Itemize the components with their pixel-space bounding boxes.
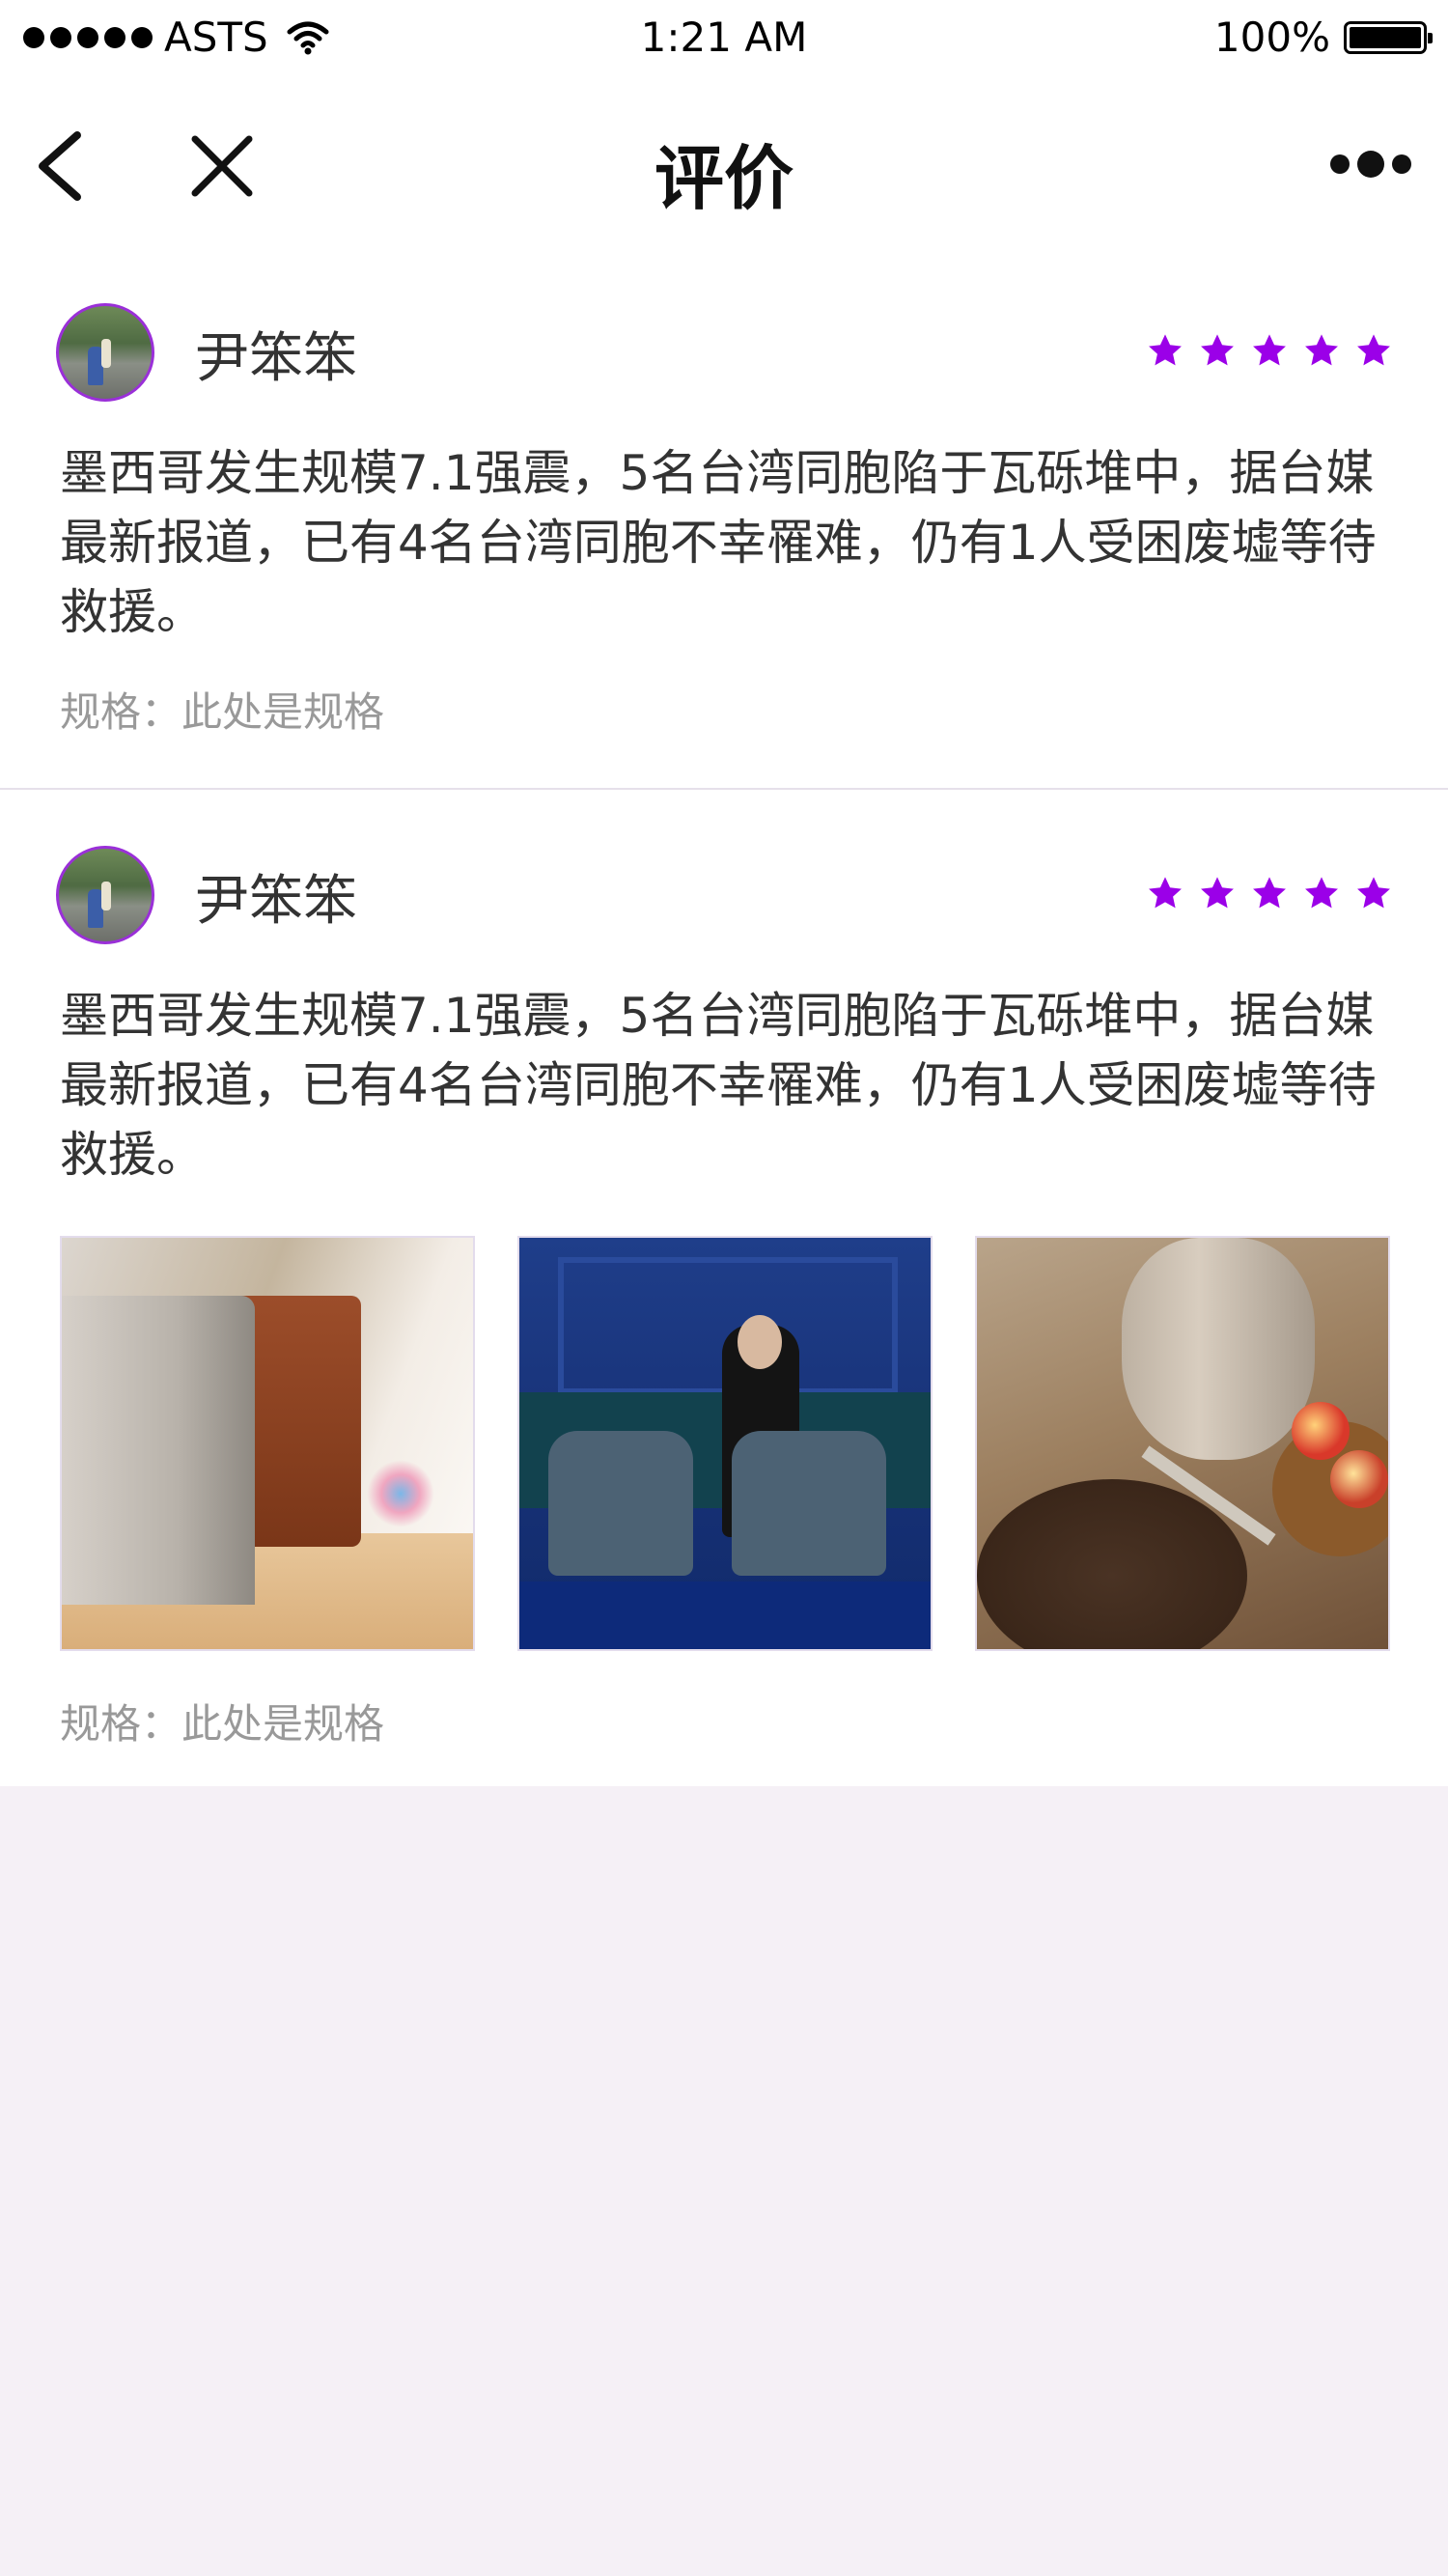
star-icon [1355,332,1392,369]
avatar[interactable] [56,846,154,944]
review-username: 尹笨笨 [195,870,357,933]
status-right: 100% [1213,14,1433,61]
review-card: 尹笨笨 墨西哥发生规模7.1强震，5名台湾同胞陷于瓦砾堆中，据台媒最新报道，已有… [0,790,1448,1786]
man-with-laptop-photo[interactable] [517,1236,933,1651]
review-photos [60,1236,1390,1651]
star-icon [1355,875,1392,911]
more-dots-icon[interactable] [1323,145,1419,183]
nav-bar: 评价 [0,77,1448,247]
review-content: 墨西哥发生规模7.1强震，5名台湾同胞陷于瓦砾堆中，据台媒最新报道，已有4名台湾… [60,445,1377,640]
page-title: 评价 [654,138,794,219]
star-rating [1147,875,1392,911]
review-spec: 规格：此处是规格 [60,1700,385,1748]
star-rating [1147,332,1392,369]
laptop-and-bag-photo[interactable] [60,1236,475,1651]
battery-percent: 100% [1213,14,1330,61]
review-username: 尹笨笨 [195,327,357,390]
star-icon [1251,875,1288,911]
review-content: 墨西哥发生规模7.1强震，5名台湾同胞陷于瓦砾堆中，据台媒最新报道，已有4名台湾… [60,988,1377,1183]
star-icon [1303,875,1340,911]
battery-icon [1344,20,1433,54]
star-icon [1303,332,1340,369]
star-icon [1147,332,1183,369]
review-card: 尹笨笨 墨西哥发生规模7.1强震，5名台湾同胞陷于瓦砾堆中，据台媒最新报道，已有… [0,247,1448,790]
jug-and-apples-photo[interactable] [975,1236,1390,1651]
star-icon [1199,875,1236,911]
star-icon [1251,332,1288,369]
star-icon [1199,332,1236,369]
avatar[interactable] [56,303,154,402]
review-spec: 规格：此处是规格 [60,688,385,736]
star-icon [1147,875,1183,911]
status-bar: ASTS 1:21 AM 100% [0,0,1448,77]
